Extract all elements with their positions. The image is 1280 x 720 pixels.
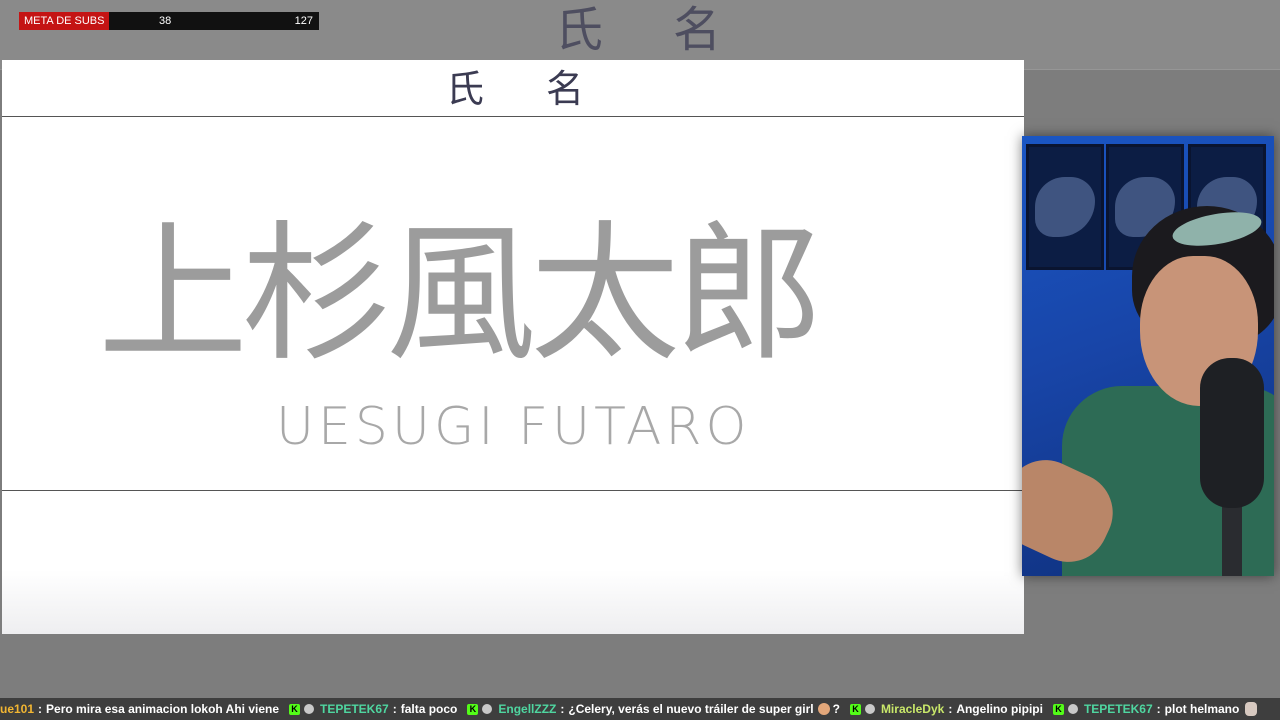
chat-message: K MiracleDyk : Angelino pipipi <box>849 702 1043 716</box>
microphone <box>1200 358 1264 508</box>
kick-icon: K <box>849 703 861 715</box>
chat-text: falta poco <box>400 702 458 716</box>
subs-goal-bar: META DE SUBS 38 127 <box>19 12 319 30</box>
wall-frame <box>1026 144 1104 270</box>
chat-message: K TEPETEK67 : plot helmano <box>1052 702 1258 716</box>
chat-text: Angelino pipipi <box>956 702 1043 716</box>
chat-text: Pero mira esa animacion lokoh Ahi viene <box>46 702 279 716</box>
chat-text: plot helmano <box>1164 702 1240 716</box>
emote-icon <box>482 704 493 714</box>
video-fade <box>2 570 1024 634</box>
emote-icon <box>864 704 875 714</box>
video-header-kanji: 氏名 <box>446 67 647 111</box>
chat-username[interactable]: ue101 <box>0 702 34 716</box>
kick-icon: K <box>1052 703 1064 715</box>
chat-separator: : <box>392 702 397 716</box>
chat-message: K EngellZZZ : ¿Celery, verás el nuevo tr… <box>467 702 840 716</box>
chat-message: K TEPETEK67 : falta poco <box>289 702 457 716</box>
chat-separator: : <box>38 702 43 716</box>
chat-text: ¿Celery, verás el nuevo tráiler de super… <box>568 702 814 716</box>
chat-separator: : <box>948 702 953 716</box>
name-romaji: UESUGI FUTARO <box>276 397 751 457</box>
divider-top <box>2 116 1024 117</box>
chat-username[interactable]: TEPETEK67 <box>320 702 389 716</box>
kick-icon: K <box>467 703 479 715</box>
character-emote-icon <box>1245 702 1258 716</box>
background-header-kanji: 氏名 <box>555 2 792 58</box>
chat-username[interactable]: TEPETEK67 <box>1084 702 1153 716</box>
chat-text-trailing: ? <box>832 702 840 716</box>
chat-separator: : <box>1156 702 1161 716</box>
name-kanji: 上杉風太郎 <box>98 208 824 382</box>
emote-icon <box>1067 704 1078 714</box>
kick-icon: K <box>289 703 300 715</box>
webcam-feed <box>1022 136 1274 576</box>
emote-icon <box>304 704 314 714</box>
video-player[interactable]: 氏名 上杉風太郎 UESUGI FUTARO <box>2 60 1024 634</box>
chat-separator: : <box>560 702 565 716</box>
chat-username[interactable]: EngellZZZ <box>498 702 556 716</box>
chat-username[interactable]: MiracleDyk <box>881 702 944 716</box>
mic-arm <box>1222 496 1242 576</box>
chat-ticker: ue101 : Pero mira esa animacion lokoh Ah… <box>0 698 1280 720</box>
pleading-face-emote-icon <box>817 703 830 715</box>
subs-goal-label: META DE SUBS <box>24 15 105 27</box>
subs-goal-target: 127 <box>294 15 313 27</box>
divider-bottom <box>2 490 1024 491</box>
subs-goal-current: 38 <box>159 15 172 27</box>
chat-message: ue101 : Pero mira esa animacion lokoh Ah… <box>0 702 279 716</box>
